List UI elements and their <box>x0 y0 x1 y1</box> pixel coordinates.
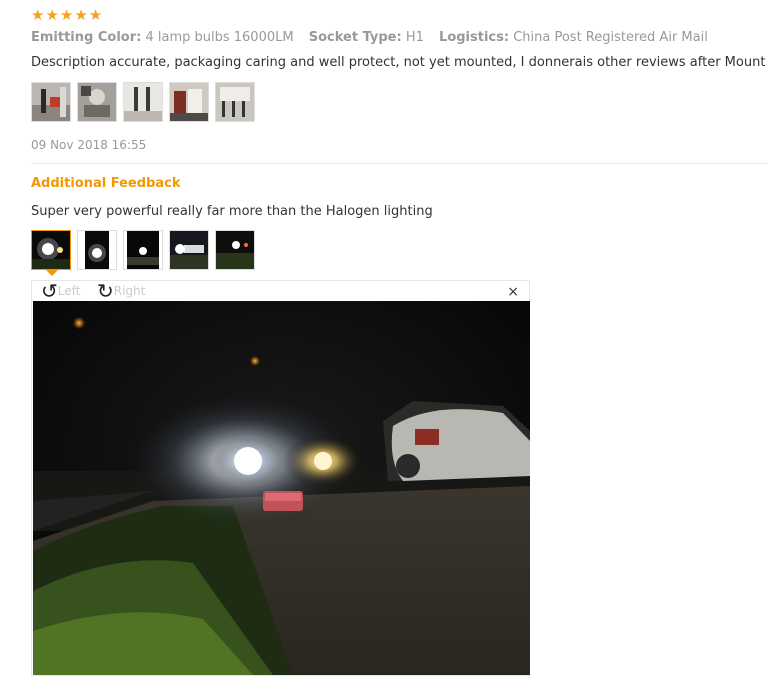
star-icon: ★ <box>88 6 103 24</box>
feedback-photo-thumbnail[interactable] <box>77 230 117 270</box>
prop-value-socket: H1 <box>405 30 424 45</box>
feedback-photo-thumbnail[interactable] <box>123 230 163 270</box>
rotate-left-button[interactable]: ↺ Left <box>41 279 81 303</box>
star-icon: ★ <box>45 6 59 24</box>
review-photo-thumbnail[interactable] <box>77 82 117 122</box>
additional-feedback-heading: Additional Feedback <box>31 176 181 191</box>
rotate-left-icon: ↺ <box>41 279 58 303</box>
feedback-photo-thumbnail-active[interactable] <box>31 230 71 270</box>
rotate-right-button[interactable]: ↻ Right <box>97 279 146 303</box>
product-properties: Emitting Color: 4 lamp bulbs 16000LM Soc… <box>31 30 719 45</box>
feedback-photo-thumbnail[interactable] <box>215 230 255 270</box>
prop-key-socket: Socket Type: <box>308 30 402 45</box>
divider <box>31 163 768 164</box>
prop-value-logistics: China Post Registered Air Mail <box>513 30 708 45</box>
additional-feedback-text: Super very powerful really far more than… <box>31 204 433 219</box>
feedback-photo-thumbnails <box>31 230 255 270</box>
prop-key-logistics: Logistics: <box>439 30 510 45</box>
review-text: Description accurate, packaging caring a… <box>31 55 766 70</box>
review-photo-thumbnail[interactable] <box>31 82 71 122</box>
prop-key-color: Emitting Color: <box>31 30 142 45</box>
rotate-right-label: Right <box>113 284 146 298</box>
enlarged-photo <box>33 301 530 675</box>
review-photo-thumbnail[interactable] <box>123 82 163 122</box>
star-icon: ★ <box>31 6 45 24</box>
review-date: 09 Nov 2018 16:55 <box>31 138 147 152</box>
photo-viewer-toolbar: ↺ Left ↻ Right × <box>32 281 529 301</box>
active-thumbnail-pointer <box>46 270 58 276</box>
review-photo-thumbnail[interactable] <box>169 82 209 122</box>
prop-value-color: 4 lamp bulbs 16000LM <box>145 30 294 45</box>
rotate-left-label: Left <box>57 284 81 298</box>
photo-viewer: ↺ Left ↻ Right × <box>31 280 530 676</box>
star-icon: ★ <box>74 6 88 24</box>
star-icon: ★ <box>59 6 74 24</box>
feedback-photo-thumbnail[interactable] <box>169 230 209 270</box>
rotate-right-icon: ↻ <box>97 279 114 303</box>
review-photo-thumbnail[interactable] <box>215 82 255 122</box>
review-photo-thumbnails <box>31 82 255 122</box>
close-icon[interactable]: × <box>507 284 519 300</box>
rating-stars: ★ ★ ★ ★ ★ <box>31 7 102 23</box>
